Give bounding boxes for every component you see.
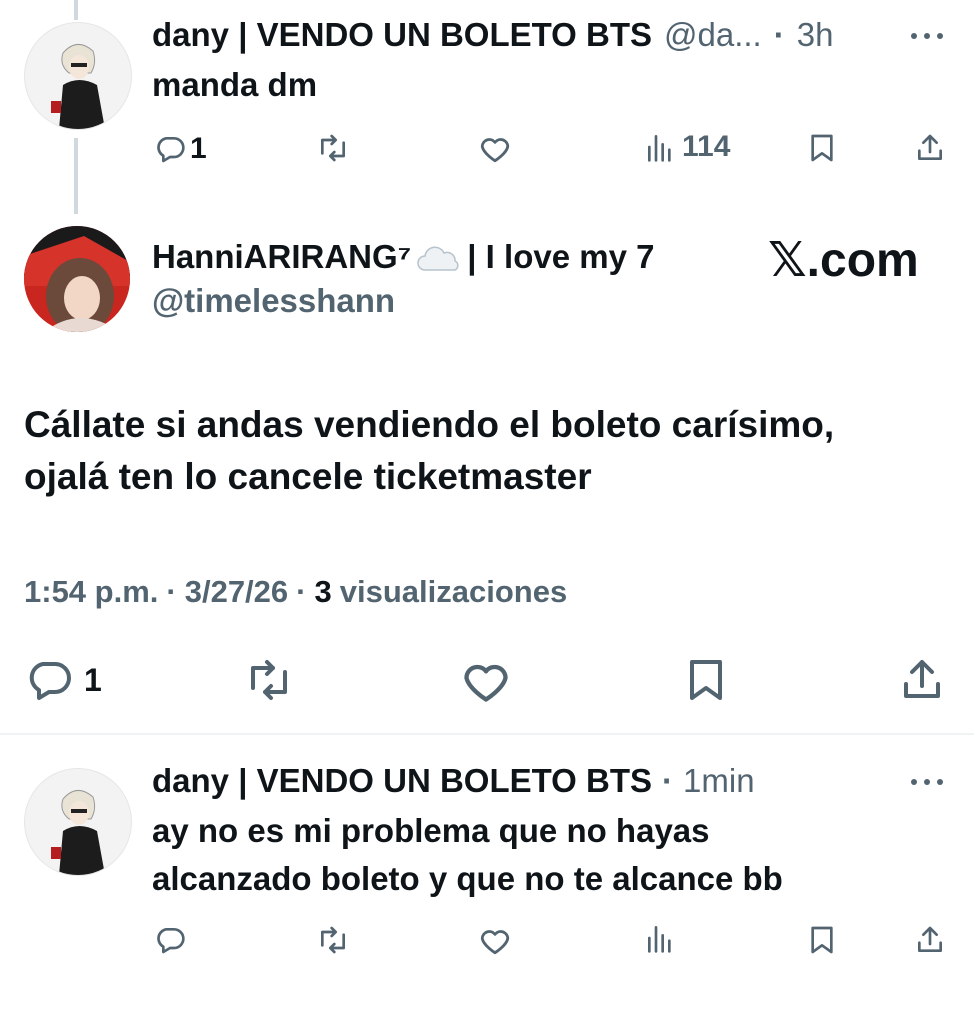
- display-name[interactable]: dany | VENDO UN BOLETO BTS: [152, 16, 652, 54]
- timestamp[interactable]: 1min: [683, 762, 755, 800]
- reply-icon: [24, 656, 74, 704]
- more-options-icon[interactable]: [908, 24, 946, 48]
- reply-button[interactable]: [154, 924, 186, 956]
- retweet-icon: [240, 656, 298, 704]
- reply-count: 1: [84, 661, 102, 698]
- heart-icon: [478, 132, 512, 164]
- avatar[interactable]: [24, 22, 132, 130]
- views-icon: [646, 131, 674, 163]
- thread-line-top: [74, 0, 78, 20]
- share-button[interactable]: [898, 656, 946, 704]
- retweet-icon: [315, 132, 351, 164]
- views-count: 3: [314, 574, 332, 609]
- tweet-text-line: ay no es mi problema que no hayas: [152, 812, 710, 849]
- reply-icon: [154, 133, 186, 165]
- tweet-text-line: alcanzado boleto y que no te alcance bb: [152, 860, 783, 897]
- reply-count: 1: [190, 132, 207, 165]
- share-button[interactable]: [914, 132, 946, 164]
- avatar[interactable]: [24, 226, 130, 332]
- bookmark-button[interactable]: [808, 924, 836, 956]
- share-icon: [914, 132, 946, 164]
- bookmark-button[interactable]: [686, 656, 726, 704]
- share-button[interactable]: [914, 924, 946, 956]
- tweet-meta: 1:54 p.m. · 3/27/26 · 3 visualizaciones: [24, 574, 567, 610]
- reply-button[interactable]: 1: [154, 132, 207, 166]
- display-name[interactable]: HanniARIRANG⁷: [152, 238, 411, 276]
- retweet-button[interactable]: [240, 656, 298, 704]
- handle[interactable]: @da...: [664, 16, 762, 54]
- display-name-suffix[interactable]: | I love my 7: [467, 238, 654, 276]
- views-label[interactable]: visualizaciones: [340, 574, 567, 610]
- like-button[interactable]: [478, 132, 512, 164]
- date[interactable]: 3/27/26: [185, 574, 288, 610]
- like-button[interactable]: [460, 656, 512, 704]
- x-watermark: 𝕏.com: [768, 234, 919, 287]
- thread-line: [74, 138, 78, 214]
- like-button[interactable]: [478, 924, 512, 956]
- bookmark-icon: [808, 132, 836, 164]
- reply-icon: [154, 924, 186, 956]
- tweet-text-line: ojalá ten lo cancele ticketmaster: [24, 456, 592, 497]
- retweet-button[interactable]: [315, 132, 351, 164]
- more-options-icon[interactable]: [908, 770, 946, 794]
- handle[interactable]: @timelesshann: [152, 282, 395, 320]
- separator: ·: [662, 762, 674, 799]
- views-icon: [646, 922, 674, 954]
- bookmark-icon: [686, 656, 726, 704]
- retweet-button[interactable]: [315, 924, 351, 956]
- bookmark-button[interactable]: [808, 132, 836, 164]
- separator: ·: [166, 574, 177, 609]
- tweet-text: manda dm: [152, 66, 318, 103]
- retweet-icon: [315, 924, 351, 956]
- display-name[interactable]: dany | VENDO UN BOLETO BTS: [152, 762, 652, 800]
- timestamp[interactable]: 1:54 p.m.: [24, 574, 158, 610]
- bookmark-icon: [808, 924, 836, 956]
- separator: ·: [296, 574, 307, 609]
- avatar[interactable]: [24, 768, 132, 876]
- heart-icon: [478, 924, 512, 956]
- cloud-icon: [417, 246, 461, 272]
- tweet-text-line: Cállate si andas vendiendo el boleto car…: [24, 404, 835, 445]
- views-button[interactable]: 114: [646, 130, 730, 164]
- heart-icon: [460, 656, 512, 704]
- share-icon: [914, 924, 946, 956]
- share-icon: [898, 656, 946, 704]
- reply-button[interactable]: 1: [24, 656, 102, 704]
- views-button[interactable]: [646, 922, 674, 954]
- timestamp[interactable]: 3h: [797, 16, 834, 54]
- separator: ·: [773, 16, 785, 53]
- views-count: 114: [682, 130, 731, 163]
- divider: [0, 733, 974, 735]
